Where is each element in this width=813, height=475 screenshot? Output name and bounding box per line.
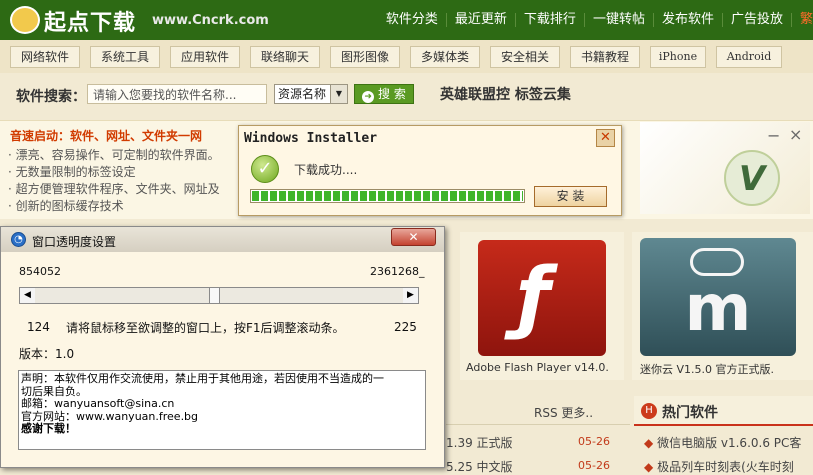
category-system[interactable]: 系统工具 [90,46,160,68]
success-check-icon: ✓ [251,155,279,183]
site-logo-url[interactable]: www.Cncrk.com [152,13,269,28]
promo-line: · 创新的图标缓存技术 [8,199,124,213]
search-type-select[interactable]: 资源名称 ▼ [274,84,348,104]
topnav-item[interactable]: 软件分类 [378,13,446,27]
topnav-item[interactable]: 发布软件 [652,13,722,27]
category-android[interactable]: Android [716,46,782,68]
installer-close-button[interactable]: ✕ [596,129,615,147]
window-close-button[interactable]: ✕ [391,228,436,246]
topnav-item-traditional[interactable]: 繁 [790,13,813,27]
note-line: 感谢下载！ [21,422,76,435]
scroll-max-value: 225 [394,320,417,334]
search-button[interactable]: ➜ 搜 索 [354,84,414,104]
app-icon: ◔ [11,232,26,247]
note-line: 邮箱：wanyuansoft@sina.cn [21,397,175,410]
right-value: 2361268_ [370,265,425,278]
tile-caption[interactable]: 迷你云 V1.5.0 官方正式版. [640,361,774,377]
hot-item-label: 极品列车时刻表(火车时刻 [657,460,794,474]
left-value: 854052 [19,265,61,278]
install-button[interactable]: 安 装 [534,186,607,207]
scroll-thumb[interactable] [209,288,220,303]
promo-line: · 漂亮、容易操作、可定制的软件界面。 [8,148,220,162]
category-books[interactable]: 书籍教程 [570,46,640,68]
hint-text: 请将鼠标移至欲调整的窗口上，按F1后调整滚动条。 [66,321,345,335]
list-item-title[interactable]: 5.25 中文版 [446,458,513,475]
vstart-logo-icon: V [724,150,780,206]
category-security[interactable]: 安全相关 [490,46,560,68]
search-type-value: 资源名称 [278,87,327,101]
close-icon[interactable]: × [789,125,802,144]
search-label: 软件搜索： [16,89,86,105]
scroll-left-icon[interactable]: ◀ [20,288,35,303]
category-network[interactable]: 网络软件 [10,46,80,68]
hot-item-label: 微信电脑版 v1.6.0.6 PC客 [657,436,802,450]
promo-title[interactable]: 音速启动：软件、网址、文件夹一网 [10,127,202,144]
category-multimedia[interactable]: 多媒体类 [410,46,480,68]
rss-more-link[interactable]: RSS 更多.. [534,404,593,421]
note-line: 声明：本软件仅用作交流使用，禁止用于其他用途，若因使用不当造成的一 [21,372,384,385]
window-title: 窗口透明度设置 [32,235,117,249]
minimize-icon[interactable]: − [767,126,780,145]
hot-icon: H [641,403,657,419]
promo-line: · 超方便管理软件程序、文件夹、网址及 [8,182,220,196]
category-apps[interactable]: 应用软件 [170,46,240,68]
search-arrow-icon: ➜ [362,91,375,103]
search-button-label: 搜 索 [378,87,406,101]
minicloud-m-glyph: m [684,272,752,346]
scroll-right-icon[interactable]: ▶ [403,288,418,303]
promo-line: · 无数量限制的标签设定 [8,165,136,179]
hot-search-links[interactable]: 英雄联盟控 标签云集 [440,84,571,104]
site-logo-icon[interactable] [10,6,40,34]
chevron-down-icon[interactable]: ▼ [330,85,347,103]
scroll-min-value: 124 [27,320,50,334]
list-item-date: 05-26 [578,435,610,448]
installer-message: 下载成功.... [294,163,358,177]
hot-software-title: 热门软件 [662,405,718,421]
installer-title: Windows Installer [244,131,378,146]
category-chat[interactable]: 联络聊天 [250,46,320,68]
hot-item[interactable]: ◆ 微信电脑版 v1.6.0.6 PC客 [644,434,801,451]
category-iphone[interactable]: iPhone [650,46,706,68]
bullet-icon: ◆ [644,436,654,450]
list-item-title[interactable]: 1.39 正式版 [446,434,513,451]
list-item-date: 05-26 [578,459,610,472]
disclaimer-textarea[interactable]: 声明：本软件仅用作交流使用，禁止用于其他用途，若因使用不当造成的一 切后果自负。… [18,370,426,450]
version-label: 版本：1.0 [19,347,75,361]
topnav-item[interactable]: 一键转帖 [583,13,653,27]
category-graphics[interactable]: 图形图像 [330,46,400,68]
note-line: 官方网站：www.wanyuan.free.bg [21,409,199,423]
hot-software-header [634,396,813,426]
installer-progress-bar [250,189,525,203]
search-input[interactable]: 请输入您要找的软件名称... [87,84,267,104]
progress-fill [252,191,523,201]
topnav-item[interactable]: 广告投放 [721,13,791,27]
category-bar: 网络软件 系统工具 应用软件 联络聊天 图形图像 多媒体类 安全相关 书籍教程 … [0,40,813,74]
topnav-item[interactable]: 下载排行 [514,13,584,27]
top-nav: 软件分类 最近更新 下载排行 一键转帖 发布软件 广告投放 繁 [378,0,813,40]
site-logo-text[interactable]: 起点下载 [44,5,136,37]
bullet-icon: ◆ [644,460,654,474]
tile-caption[interactable]: Adobe Flash Player v14.0. [466,361,609,374]
flash-logo-glyph: ƒ [516,252,550,342]
hot-item[interactable]: ◆ 极品列车时刻表(火车时刻 [644,458,794,475]
topnav-item[interactable]: 最近更新 [445,13,515,27]
transparency-scrollbar[interactable]: ◀ ▶ [19,287,419,304]
